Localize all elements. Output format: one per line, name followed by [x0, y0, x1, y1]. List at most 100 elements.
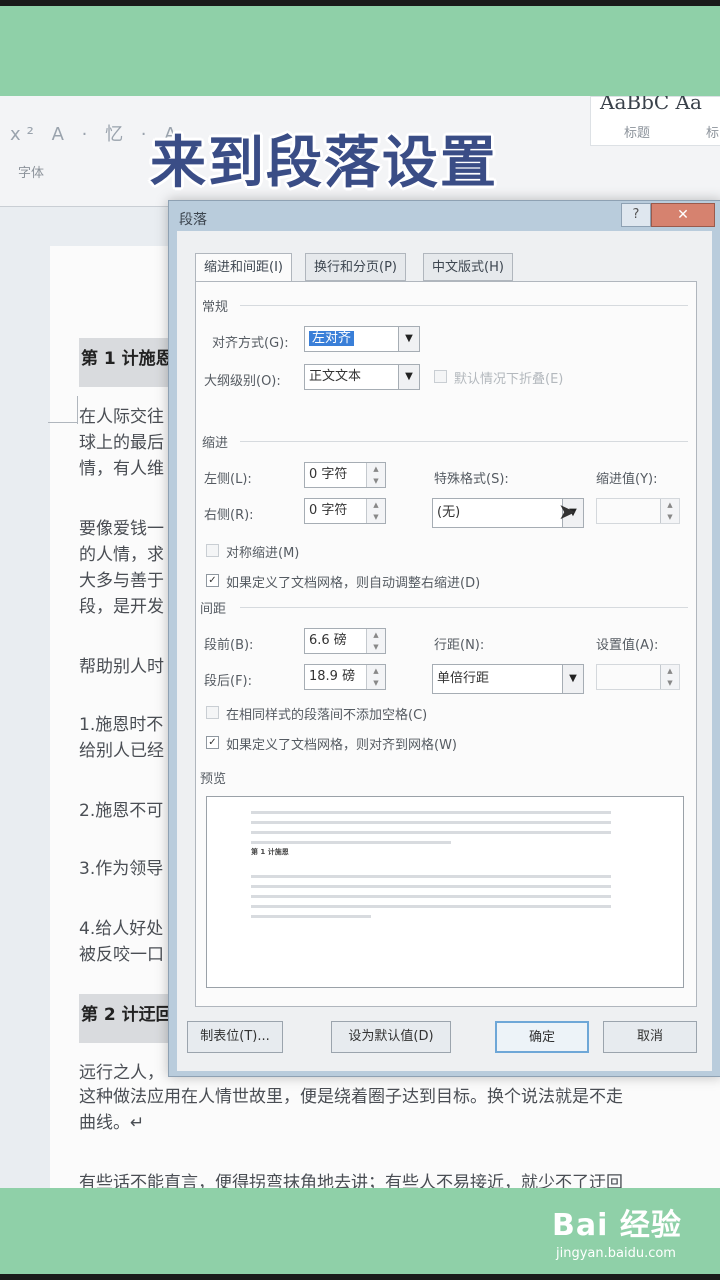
doc-line: 有些话不能直言，便得拐弯抹角地去讲；有些人不易接近，就少不了迂回 — [79, 1173, 623, 1188]
doc-heading-2: 第 2 计迂回 — [79, 994, 179, 1043]
auto-adjust-checkbox[interactable]: ✓ — [206, 574, 219, 587]
indent-left-label: 左侧(L): — [204, 472, 252, 487]
mirror-indents-checkbox[interactable] — [206, 544, 219, 557]
cancel-button[interactable]: 取消 — [603, 1021, 697, 1053]
doc-line: 3.作为领导 — [79, 859, 164, 879]
doc-line: 的人情，求 — [79, 545, 164, 565]
indent-by-input[interactable]: ▲ ▼ — [596, 498, 680, 524]
close-button[interactable]: ✕ — [651, 203, 715, 227]
tab-indent-spacing[interactable]: 缩进和间距(I) — [195, 253, 292, 283]
doc-line: 远行之人， — [79, 1063, 164, 1083]
paragraph-dialog: 段落 ? ✕ 缩进和间距(I) 换行和分页(P) 中文版式(H) 常规 对齐方式… — [168, 200, 720, 1077]
separator — [240, 607, 688, 608]
alignment-select[interactable]: 左对齐 ▼ — [304, 326, 420, 352]
green-top-band — [0, 6, 720, 96]
spinner-icon[interactable]: ▲ ▼ — [366, 499, 385, 523]
spinner-icon[interactable]: ▲ ▼ — [366, 629, 385, 653]
tabs-button[interactable]: 制表位(T)... — [187, 1021, 283, 1053]
doc-line: 1.施恩时不 — [79, 715, 164, 735]
section-general: 常规 — [202, 300, 229, 315]
ok-button[interactable]: 确定 — [495, 1021, 589, 1053]
spinner-icon[interactable]: ▲ ▼ — [660, 665, 679, 689]
preview-line — [251, 915, 371, 918]
tab-asian-typography[interactable]: 中文版式(H) — [423, 253, 513, 281]
style-heading-label: 标题 — [624, 126, 651, 141]
collapse-checkbox[interactable] — [434, 370, 447, 383]
preview-box: 第 1 计施恩 — [206, 796, 684, 988]
preview-line — [251, 811, 611, 814]
doc-line: 4.给人好处 — [79, 919, 164, 939]
indent-right-value: 0 字符 — [309, 503, 348, 518]
preview-line — [251, 841, 451, 844]
collapse-label: 默认情况下折叠(E) — [454, 372, 564, 387]
doc-line: 曲线。↵ — [79, 1113, 145, 1133]
indent-left-value: 0 字符 — [309, 467, 348, 482]
word-screen: x² A · 忆 · A 字体 AaBbC Aa 标题 标 第 1 计施恩 在人… — [0, 96, 720, 1188]
mirror-indents-label: 对称缩进(M) — [226, 546, 300, 561]
snap-grid-checkbox[interactable]: ✓ — [206, 736, 219, 749]
alignment-value: 左对齐 — [309, 331, 355, 346]
tab-line-page-breaks[interactable]: 换行和分页(P) — [305, 253, 406, 281]
no-space-label: 在相同样式的段落间不添加空格(C) — [226, 708, 428, 723]
baidu-url: jingyan.baidu.com — [556, 1246, 676, 1261]
section-preview: 预览 — [200, 772, 227, 787]
chevron-down-icon[interactable]: ▼ — [562, 665, 583, 693]
doc-line: 帮助别人时 — [79, 657, 164, 677]
no-space-checkbox[interactable] — [206, 706, 219, 719]
preview-sample: 第 1 计施恩 — [251, 848, 289, 856]
spacing-before-input[interactable]: 6.6 磅 ▲ ▼ — [304, 628, 386, 654]
spinner-icon[interactable]: ▲ ▼ — [660, 499, 679, 523]
doc-line: 球上的最后 — [79, 433, 164, 453]
special-format-label: 特殊格式(S): — [434, 472, 509, 487]
indent-right-label: 右侧(R): — [204, 508, 254, 523]
outline-level-value: 正文文本 — [309, 369, 362, 384]
doc-line: 在人际交往 — [79, 407, 164, 427]
doc-line: 2.施恩不可 — [79, 801, 164, 821]
bottom-frame-bar — [0, 1274, 720, 1280]
spinner-icon[interactable]: ▲ ▼ — [366, 463, 385, 487]
line-spacing-at-label: 设置值(A): — [596, 638, 659, 653]
spinner-icon[interactable]: ▲ ▼ — [366, 665, 385, 689]
spacing-before-value: 6.6 磅 — [309, 633, 347, 648]
line-spacing-label: 行距(N): — [434, 638, 485, 653]
spacing-before-label: 段前(B): — [204, 638, 254, 653]
doc-line: 段，是开发 — [79, 597, 164, 617]
spacing-after-value: 18.9 磅 — [309, 669, 356, 684]
spacing-after-label: 段后(F): — [204, 674, 253, 689]
tutorial-title: 来到段落设置 — [150, 131, 498, 196]
set-default-button[interactable]: 设为默认值(D) — [331, 1021, 451, 1053]
dialog-body: 缩进和间距(I) 换行和分页(P) 中文版式(H) 常规 对齐方式(G): 左对… — [177, 231, 712, 1071]
snap-grid-label: 如果定义了文档网格，则对齐到网格(W) — [226, 738, 457, 753]
doc-line: 这种做法应用在人情世故里，便是绕着圈子达到目标。换个说法就是不走 — [79, 1087, 623, 1107]
doc-line: 大多与善于 — [79, 571, 164, 591]
spacing-after-input[interactable]: 18.9 磅 ▲ ▼ — [304, 664, 386, 690]
preview-line — [251, 821, 611, 824]
chevron-down-icon[interactable]: ▼ — [398, 365, 419, 389]
chevron-down-icon[interactable]: ▼ — [398, 327, 419, 351]
outline-level-label: 大纲级别(O): — [204, 374, 281, 389]
section-indent: 缩进 — [202, 436, 229, 451]
page-corner-mark — [48, 422, 78, 423]
separator — [240, 305, 688, 306]
help-button[interactable]: ? — [621, 203, 651, 227]
indent-right-input[interactable]: 0 字符 ▲ ▼ — [304, 498, 386, 524]
page-corner-mark-v — [77, 396, 78, 424]
style-heading-label-2: 标 — [706, 126, 720, 141]
font-group-label: 字体 — [18, 166, 45, 181]
separator — [240, 441, 688, 442]
dialog-title: 段落 — [179, 212, 207, 228]
line-spacing-value: 单倍行距 — [437, 671, 490, 686]
outline-level-select[interactable]: 正文文本 ▼ — [304, 364, 420, 390]
alignment-label: 对齐方式(G): — [212, 336, 289, 351]
line-spacing-at-input[interactable]: ▲ ▼ — [596, 664, 680, 690]
doc-line: 被反咬一口 — [79, 945, 164, 965]
doc-line: 给别人已经 — [79, 741, 164, 761]
tab-panel: 常规 对齐方式(G): 左对齐 ▼ 大纲级别(O): 正文文本 ▼ 默认情况下折… — [195, 281, 697, 1007]
baidu-logo: Bai 经验 — [552, 1208, 682, 1243]
style-preview: AaBbC Aa — [600, 96, 702, 114]
section-spacing: 间距 — [200, 602, 227, 617]
doc-line: 要像爱钱一 — [79, 519, 164, 539]
line-spacing-select[interactable]: 单倍行距 ▼ — [432, 664, 584, 694]
special-format-value: (无) — [437, 505, 461, 520]
indent-left-input[interactable]: 0 字符 ▲ ▼ — [304, 462, 386, 488]
